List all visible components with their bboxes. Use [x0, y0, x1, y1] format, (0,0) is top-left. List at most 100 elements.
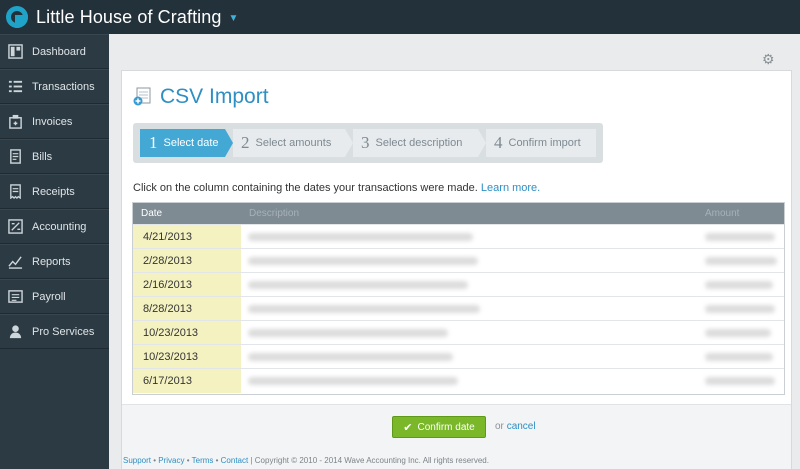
- confirm-date-button[interactable]: ✔ Confirm date: [392, 416, 486, 438]
- terms-link[interactable]: Terms: [192, 456, 214, 465]
- step-number: 3: [361, 133, 370, 152]
- blurred-amount: [705, 353, 773, 361]
- csv-import-icon: [132, 87, 152, 107]
- support-link[interactable]: Support: [123, 456, 151, 465]
- date-cell[interactable]: 6/17/2013: [133, 369, 241, 393]
- or-cancel: or cancel: [495, 421, 536, 432]
- cancel-link[interactable]: cancel: [507, 421, 536, 432]
- date-cell[interactable]: 8/28/2013: [133, 297, 241, 321]
- blurred-amount: [705, 281, 773, 289]
- invoices-icon: [6, 113, 24, 131]
- dashboard-icon: [6, 43, 24, 61]
- date-cell[interactable]: 2/28/2013: [133, 249, 241, 273]
- instructions-text: Click on the column containing the dates…: [133, 182, 540, 194]
- wave-logo-icon[interactable]: [6, 6, 28, 28]
- instructions-label: Click on the column containing the dates…: [133, 182, 478, 194]
- table-row: 10/23/2013: [133, 320, 784, 345]
- date-cell[interactable]: 2/16/2013: [133, 273, 241, 297]
- csv-import-panel: CSV Import 1 Select date 2 Select amount…: [121, 70, 792, 469]
- date-cell[interactable]: 10/23/2013: [133, 345, 241, 369]
- step-label: Select amounts: [255, 137, 332, 149]
- sidebar-item-label: Dashboard: [32, 45, 86, 58]
- table-header: Date Description Amount: [133, 203, 784, 224]
- step-select-description[interactable]: 3 Select description: [353, 129, 478, 157]
- step-label: Confirm import: [508, 137, 581, 149]
- or-text: or: [495, 421, 504, 432]
- table-row: 8/28/2013: [133, 296, 784, 321]
- step-confirm-import[interactable]: 4 Confirm import: [486, 129, 596, 157]
- top-bar: Little House of Crafting ▼: [0, 0, 800, 34]
- sidebar-item-label: Pro Services: [32, 325, 95, 338]
- bills-icon: [6, 148, 24, 166]
- pro-services-icon: [6, 323, 24, 341]
- step-number: 1: [149, 133, 158, 152]
- sidebar-item-receipts[interactable]: Receipts: [0, 174, 109, 209]
- sidebar-item-pro-services[interactable]: Pro Services: [0, 314, 109, 349]
- gear-icon[interactable]: ⚙: [762, 52, 776, 66]
- blurred-description: [248, 233, 473, 241]
- date-cell[interactable]: 10/23/2013: [133, 321, 241, 345]
- sidebar-item-payroll[interactable]: Payroll: [0, 279, 109, 314]
- sidebar-item-accounting[interactable]: Accounting: [0, 209, 109, 244]
- main-content: ⚙ CSV Import 1 Select date 2 Select amou…: [109, 34, 800, 469]
- table-row: 2/28/2013: [133, 248, 784, 273]
- checkmark-icon: ✔: [403, 421, 413, 434]
- sidebar-item-label: Bills: [32, 150, 53, 163]
- sidebar-item-label: Accounting: [32, 220, 87, 233]
- step-arrow-active: [225, 129, 233, 157]
- payroll-icon: [6, 288, 24, 306]
- step-number: 4: [494, 133, 503, 152]
- blurred-description: [248, 257, 478, 265]
- blurred-amount: [705, 257, 777, 265]
- blurred-description: [248, 329, 448, 337]
- sidebar-item-label: Payroll: [32, 290, 66, 303]
- blurred-description: [248, 377, 458, 385]
- step-number: 2: [241, 133, 250, 152]
- sidebar-item-label: Receipts: [32, 185, 75, 198]
- table-row: 4/21/2013: [133, 224, 784, 249]
- table-row: 6/17/2013: [133, 368, 784, 393]
- blurred-amount: [705, 233, 775, 241]
- column-header-amount[interactable]: Amount: [705, 208, 739, 219]
- step-select-date[interactable]: 1 Select date: [140, 129, 225, 157]
- table-row: 10/23/2013: [133, 344, 784, 369]
- step-arrow: [345, 129, 353, 157]
- sidebar-item-transactions[interactable]: Transactions: [0, 69, 109, 104]
- sidebar-item-invoices[interactable]: Invoices: [0, 104, 109, 139]
- csv-preview-table: Date Description Amount 4/21/2013 2/28/2…: [132, 202, 785, 395]
- sidebar-item-label: Invoices: [32, 115, 73, 128]
- business-dropdown-caret-icon[interactable]: ▼: [229, 13, 239, 24]
- title-row: CSV Import: [132, 85, 269, 109]
- table-row: 2/16/2013: [133, 272, 784, 297]
- copyright-text: | Copyright © 2010 - 2014 Wave Accountin…: [250, 456, 489, 465]
- receipts-icon: [6, 183, 24, 201]
- sidebar: Dashboard Transactions Invoices Bills Re…: [0, 34, 109, 469]
- blurred-amount: [705, 329, 771, 337]
- column-header-description[interactable]: Description: [249, 208, 299, 219]
- sidebar-item-reports[interactable]: Reports: [0, 244, 109, 279]
- privacy-link[interactable]: Privacy: [158, 456, 184, 465]
- business-name[interactable]: Little House of Crafting: [36, 7, 222, 28]
- blurred-amount: [705, 377, 775, 385]
- transactions-icon: [6, 78, 24, 96]
- sidebar-item-label: Transactions: [32, 80, 95, 93]
- blurred-description: [248, 305, 480, 313]
- blurred-amount: [705, 305, 775, 313]
- step-label: Select date: [163, 137, 219, 149]
- blurred-description: [248, 281, 468, 289]
- step-select-amounts[interactable]: 2 Select amounts: [233, 129, 345, 157]
- table-rows: 4/21/2013 2/28/2013 2/16/2013 8/28/2013: [133, 224, 784, 393]
- reports-icon: [6, 253, 24, 271]
- accounting-icon: [6, 218, 24, 236]
- contact-link[interactable]: Contact: [221, 456, 249, 465]
- import-steps: 1 Select date 2 Select amounts 3 Select …: [133, 123, 603, 163]
- footer: Support • Privacy • Terms • Contact | Co…: [123, 456, 489, 465]
- confirm-date-label: Confirm date: [417, 421, 475, 433]
- step-arrow: [478, 129, 486, 157]
- sidebar-item-bills[interactable]: Bills: [0, 139, 109, 174]
- date-cell[interactable]: 4/21/2013: [133, 225, 241, 249]
- column-header-date[interactable]: Date: [141, 208, 162, 219]
- page-title: CSV Import: [160, 85, 269, 108]
- sidebar-item-dashboard[interactable]: Dashboard: [0, 34, 109, 69]
- learn-more-link[interactable]: Learn more.: [481, 182, 540, 194]
